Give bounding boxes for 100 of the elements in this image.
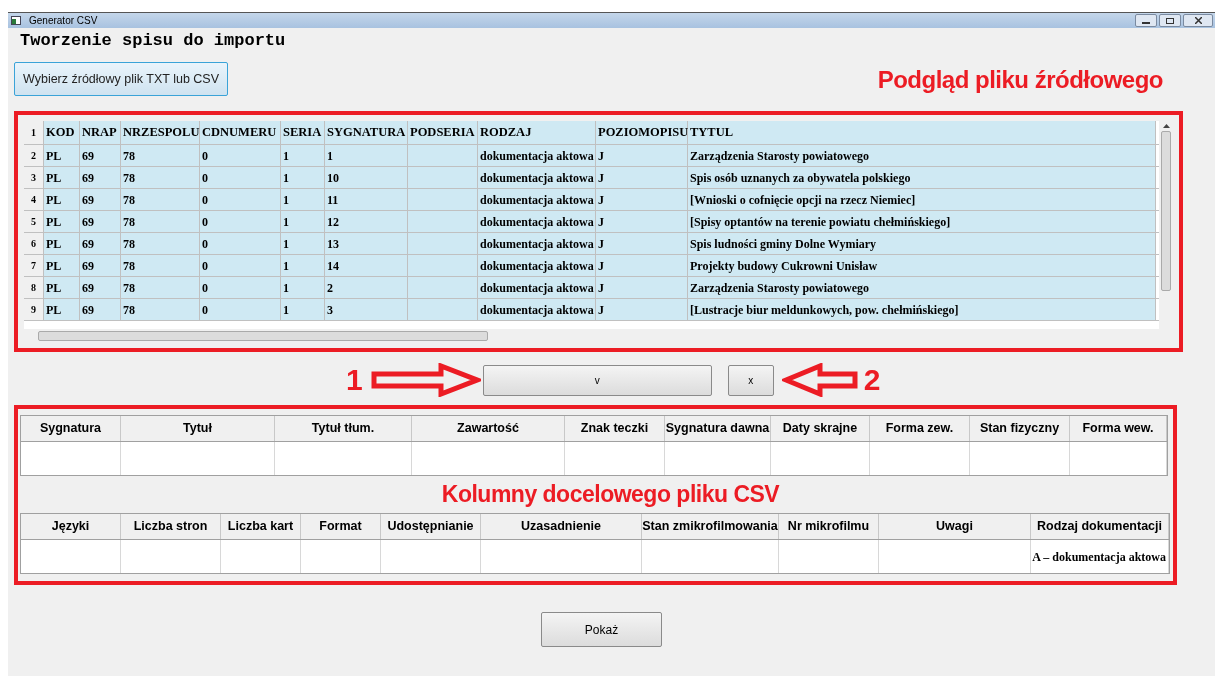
column-header[interactable]: Rodzaj dokumentacji [1031, 514, 1169, 539]
remove-button[interactable]: x [727, 364, 774, 396]
table-cell: 1 [281, 233, 325, 254]
table-cell: 0 [200, 211, 281, 232]
table-cell: J [596, 189, 688, 210]
row-number: 9 [24, 299, 44, 320]
maximize-button[interactable] [1159, 14, 1181, 27]
column-header[interactable]: Języki [21, 514, 121, 539]
table-cell: dokumentacja aktowa [478, 145, 596, 166]
table-cell: 78 [121, 167, 200, 188]
row-number: 8 [24, 277, 44, 298]
table-cell: dokumentacja aktowa [478, 277, 596, 298]
column-header: KOD [44, 121, 80, 144]
column-header[interactable]: Format [301, 514, 381, 539]
table-cell: 14 [325, 255, 408, 276]
table-cell: 1 [281, 211, 325, 232]
column-header: NRAP [80, 121, 121, 144]
table-cell: J [596, 277, 688, 298]
table-cell: 69 [80, 233, 121, 254]
minimize-button[interactable] [1135, 14, 1157, 27]
move-button[interactable]: v [482, 364, 712, 396]
table-cell: PL [44, 255, 80, 276]
column-header[interactable]: Stan fizyczny [970, 416, 1070, 441]
table-cell: 13 [325, 233, 408, 254]
table-cell: dokumentacja aktowa [478, 189, 596, 210]
table-cell: 11 [325, 189, 408, 210]
column-header[interactable]: Nr mikrofilmu [779, 514, 879, 539]
column-header[interactable]: Tytuł [121, 416, 275, 441]
column-header[interactable]: Znak teczki [565, 416, 665, 441]
table-cell: 0 [200, 255, 281, 276]
table-cell: J [596, 255, 688, 276]
table-cell: Zarządzenia Starosty powiatowego [688, 277, 1156, 298]
column-header[interactable]: Forma zew. [870, 416, 970, 441]
column-header[interactable]: Stan zmikrofilmowania [642, 514, 779, 539]
table-cell: J [596, 145, 688, 166]
table-cell: dokumentacja aktowa [478, 299, 596, 320]
table-cell: Spis osób uznanych za obywatela polskiego [688, 167, 1156, 188]
table-cell: 0 [200, 145, 281, 166]
table-cell: 69 [80, 211, 121, 232]
arrow-icon [781, 363, 858, 397]
table-cell: dokumentacja aktowa [478, 233, 596, 254]
table-cell: J [596, 299, 688, 320]
column-header[interactable]: Uwagi [879, 514, 1031, 539]
close-button[interactable] [1183, 14, 1213, 27]
table-cell: 78 [121, 211, 200, 232]
table-cell: 10 [325, 167, 408, 188]
table-cell: 69 [80, 167, 121, 188]
column-header[interactable]: Uzasadnienie [481, 514, 642, 539]
column-header[interactable]: Tytuł tłum. [275, 416, 412, 441]
table-cell: dokumentacja aktowa [478, 167, 596, 188]
column-header: PODSERIA [408, 121, 478, 144]
column-header[interactable]: Sygnatura dawna [665, 416, 771, 441]
table-cell: 69 [80, 189, 121, 210]
table-cell: 0 [200, 189, 281, 210]
table-cell: 3 [325, 299, 408, 320]
close-icon [1194, 17, 1202, 24]
row-number: 4 [24, 189, 44, 210]
table-cell: 78 [121, 189, 200, 210]
table-cell: 69 [80, 255, 121, 276]
column-header[interactable]: Daty skrajne [771, 416, 870, 441]
scroll-up-icon[interactable] [1162, 124, 1170, 128]
annotation-label: Kolumny docelowego pliku CSV [441, 480, 780, 509]
column-header[interactable]: Liczba kart [221, 514, 301, 539]
table-cell: PL [44, 211, 80, 232]
table-cell[interactable]: A – dokumentacja aktowa [1031, 540, 1169, 573]
show-button[interactable]: Pokaż [541, 612, 662, 647]
choose-file-button[interactable]: Wybierz źródłowy plik TXT lub CSV [14, 62, 228, 96]
column-header: NRZESPOLU [121, 121, 200, 144]
annotation-number: 1 [346, 365, 363, 395]
table-cell: 12 [325, 211, 408, 232]
window-title: Generator CSV [29, 14, 98, 28]
column-header[interactable]: Sygnatura [21, 416, 121, 441]
table-cell: PL [44, 233, 80, 254]
table-cell: 1 [281, 167, 325, 188]
table-cell: J [596, 233, 688, 254]
table-cell: 0 [200, 167, 281, 188]
column-header[interactable]: Zawartość [412, 416, 565, 441]
column-header[interactable]: Forma wew. [1070, 416, 1167, 441]
table-cell: Zarządzenia Starosty powiatowego [688, 145, 1156, 166]
table-cell: 0 [200, 233, 281, 254]
table-cell: dokumentacja aktowa [478, 211, 596, 232]
table-cell: PL [44, 167, 80, 188]
row-number: 1 [24, 121, 44, 144]
column-header[interactable]: Udostępnianie [381, 514, 481, 539]
table-cell: [Wnioski o cofnięcie opcji na rzecz Niemiec] [688, 189, 1156, 210]
table-cell: [Spisy optantów na terenie powiatu chełmińskiego] [688, 211, 1156, 232]
table-cell: Projekty budowy Cukrowni Unisław [688, 255, 1156, 276]
app-icon [11, 16, 21, 25]
table-cell: 2 [325, 277, 408, 298]
column-header[interactable]: Liczba stron [121, 514, 221, 539]
column-header: SERIA [281, 121, 325, 144]
table-cell: dokumentacja aktowa [478, 255, 596, 276]
table-cell: PL [44, 299, 80, 320]
arrow-icon [370, 363, 481, 397]
table-cell: Spis ludności gminy Dolne Wymiary [688, 233, 1156, 254]
column-header: POZIOMOPISU [596, 121, 688, 144]
table-cell: PL [44, 277, 80, 298]
table-cell: 1 [325, 145, 408, 166]
page-heading: Tworzenie spisu do importu [20, 30, 287, 52]
table-cell: 69 [80, 145, 121, 166]
